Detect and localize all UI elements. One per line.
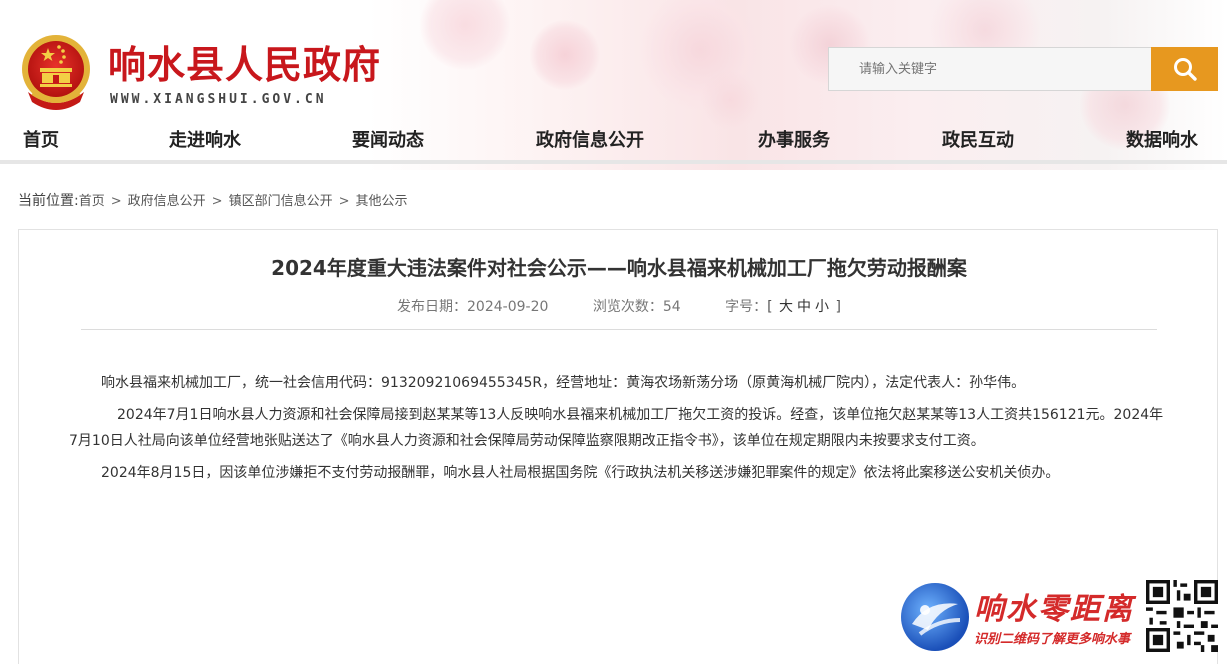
breadcrumb: 当前位置:首页 > 政府信息公开 > 镇区部门信息公开 > 其他公示 [18,190,408,210]
blossom-decoration [530,20,600,90]
breadcrumb-item-home[interactable]: 首页 [79,194,105,209]
nav-divider [0,160,1227,164]
nav-item-news[interactable]: 要闻动态 [352,126,424,152]
nav-item-info-disclosure[interactable]: 政府信息公开 [536,126,644,152]
article-paragraph: 2024年8月15日，因该单位涉嫌拒不支付劳动报酬罪，响水县人社局根据国务院《行… [101,465,1060,481]
article-body: 响水县福来机械加工厂，统一社会信用代码：91320921069455345R，经… [69,370,1169,492]
search-button[interactable] [1151,47,1218,91]
qr-code-icon [1146,580,1218,652]
view-count-label: 浏览次数： [592,299,663,315]
site-title[interactable]: 响水县人民政府 [108,34,381,89]
view-count: 浏览次数：54 [593,299,681,315]
nav-item-data[interactable]: 数据响水 [1126,126,1198,152]
nav-item-about[interactable]: 走进响水 [169,126,241,152]
main-nav: 首页 走进响水 要闻动态 政府信息公开 办事服务 政民互动 数据响水 [0,118,1227,160]
search-input[interactable] [828,47,1152,91]
font-size-control: 字号：[ 大中小 ] [725,299,841,315]
font-size-large-button[interactable]: 大 [779,299,793,315]
breadcrumb-separator: > [110,194,122,209]
nav-item-services[interactable]: 办事服务 [758,126,830,152]
view-count-value: 54 [662,299,681,315]
font-size-medium-button[interactable]: 中 [797,299,811,315]
watermark-subtitle: 识别二维码了解更多响水事 [974,632,1131,647]
search-icon [1173,58,1197,81]
article-title: 2024年度重大违法案件对社会公示——响水县福来机械加工厂拖欠劳动报酬案 [271,256,967,280]
breadcrumb-separator: > [338,194,350,209]
publish-date-value: 2024-09-20 [467,299,549,315]
breadcrumb-separator: > [211,194,223,209]
breadcrumb-item-other-notice[interactable]: 其他公示 [355,194,407,209]
breadcrumb-item-info-disclosure[interactable]: 政府信息公开 [128,194,206,209]
watermark-logo-icon [901,583,969,651]
breadcrumb-lead: 当前位置: [18,193,79,209]
publish-date: 发布日期：2024-09-20 [397,299,548,315]
font-size-label: 字号： [725,299,768,315]
site-header: 响水县人民政府 WWW.XIANGSHUI.GOV.CN 首页 走进响水 要闻动… [0,0,1227,170]
font-size-small-button[interactable]: 小 [815,299,829,315]
blossom-decoration [420,0,510,70]
publish-date-label: 发布日期： [397,299,468,315]
nav-item-interaction[interactable]: 政民互动 [942,126,1014,152]
font-size-bracket-close: ] [835,299,841,315]
national-emblem-icon[interactable] [18,32,94,112]
breadcrumb-item-dept-info[interactable]: 镇区部门信息公开 [229,194,333,209]
article-meta: 发布日期：2024-09-20 浏览次数：54 字号：[ 大中小 ] [19,296,1219,316]
article-paragraph: 响水县福来机械加工厂，统一社会信用代码：91320921069455345R，经… [101,375,1026,391]
article-paragraph: 2024年7月1日响水县人力资源和社会保障局接到赵某某等13人反映响水县福来机械… [69,407,1164,449]
site-url: WWW.XIANGSHUI.GOV.CN [110,92,327,107]
article-divider [81,329,1157,330]
watermark-title: 响水零距离 [974,592,1134,627]
font-size-bracket-open: [ [767,299,773,315]
nav-item-home[interactable]: 首页 [23,126,59,152]
